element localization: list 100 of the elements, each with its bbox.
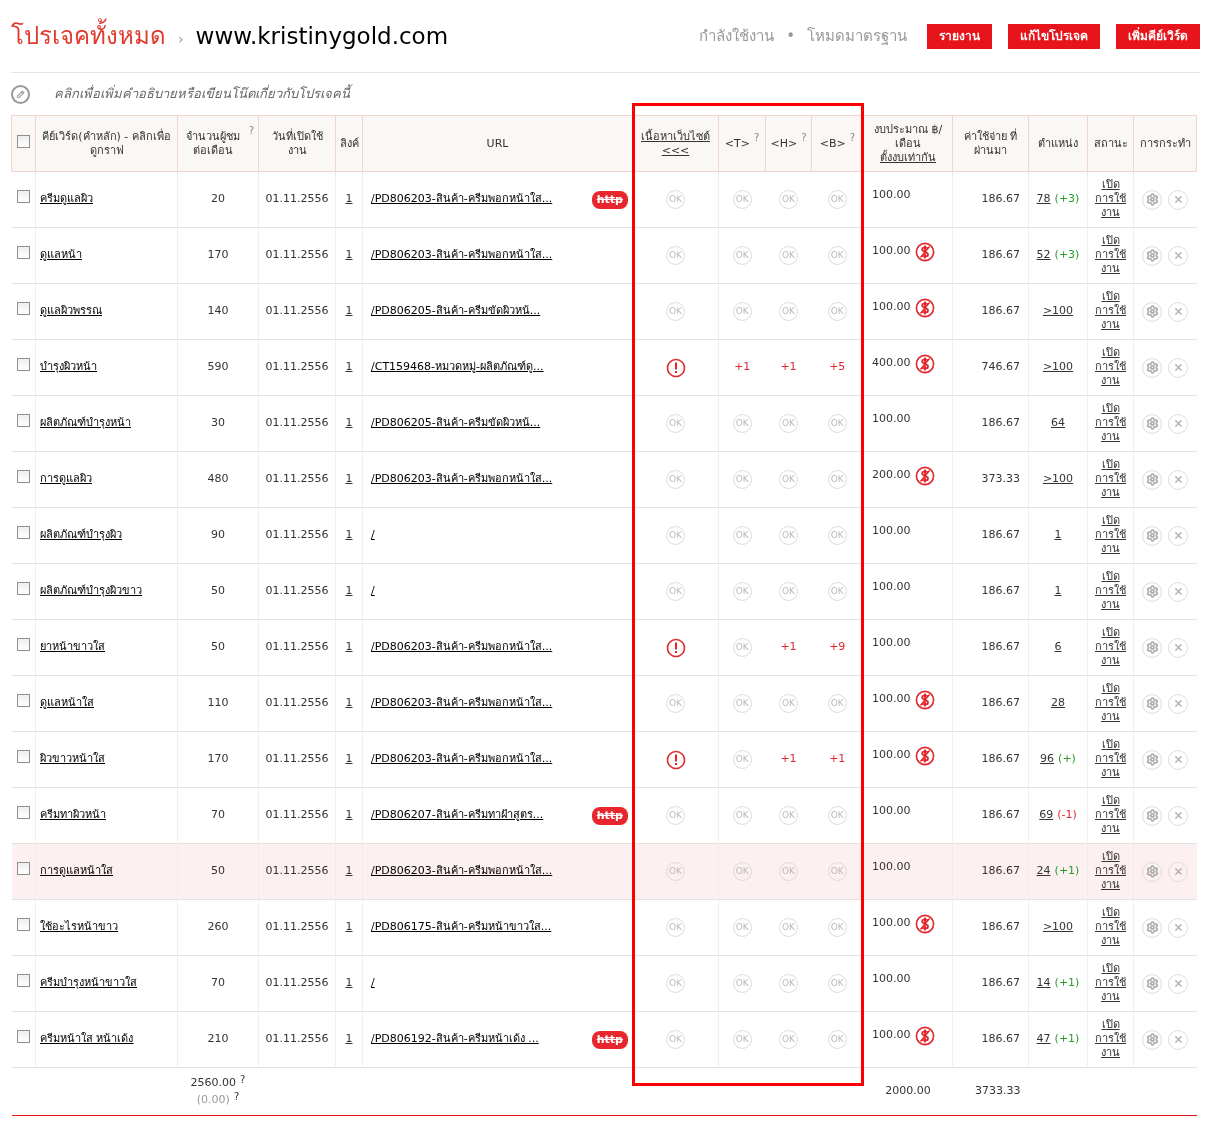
position-link[interactable]: 69 bbox=[1039, 808, 1054, 822]
url-link[interactable]: /PD806203-สินค้า-ครีมพอกหน้าใส... bbox=[371, 191, 553, 208]
column-header-link[interactable]: เนื้อหาเว็บไซต์ <<< bbox=[637, 129, 714, 158]
url-link[interactable]: /PD806203-สินค้า-ครีมพอกหน้าใส... bbox=[371, 695, 553, 712]
row-checkbox[interactable] bbox=[16, 974, 30, 988]
row-checkbox[interactable] bbox=[16, 750, 30, 764]
url-link[interactable]: /PD806203-สินค้า-ครีมพอกหน้าใส... bbox=[371, 639, 553, 656]
row-checkbox[interactable] bbox=[16, 470, 30, 484]
keyword-link[interactable]: ใช้อะไรหน้าขาว bbox=[40, 920, 118, 934]
keyword-link[interactable]: ผลิตภัณฑ์บำรุงผิว bbox=[40, 528, 122, 542]
links-count[interactable]: 1 bbox=[345, 864, 353, 878]
keyword-link[interactable]: ดูแลหน้าใส bbox=[40, 696, 94, 710]
row-checkbox[interactable] bbox=[16, 526, 30, 540]
url-link[interactable]: /PD806192-สินค้า-ครีมหน้าเด้ง ... bbox=[371, 1031, 539, 1048]
keyword-link[interactable]: ดูแลหน้า bbox=[40, 248, 82, 262]
url-link[interactable]: /PD806175-สินค้า-ครีมหน้าขาวใส... bbox=[371, 919, 552, 936]
status-link[interactable]: เปิดการใช้งาน bbox=[1092, 961, 1129, 1004]
row-checkbox[interactable] bbox=[16, 694, 30, 708]
help-mark[interactable]: ? bbox=[240, 1075, 246, 1085]
help-mark[interactable]: ? bbox=[849, 132, 856, 143]
help-mark[interactable]: ? bbox=[753, 132, 760, 143]
keyword-link[interactable]: ผิวขาวหน้าใส bbox=[40, 752, 105, 766]
status-link[interactable]: เปิดการใช้งาน bbox=[1092, 233, 1129, 276]
status-link[interactable]: เปิดการใช้งาน bbox=[1092, 625, 1129, 668]
position-link[interactable]: >100 bbox=[1042, 304, 1074, 318]
links-count[interactable]: 1 bbox=[345, 752, 353, 766]
column-header-link[interactable]: ตั้งงบเท่ากัน bbox=[880, 150, 936, 165]
url-link[interactable]: /PD806205-สินค้า-ครีมขัดผิวหน้... bbox=[371, 303, 541, 320]
row-checkbox[interactable] bbox=[16, 302, 30, 316]
row-checkbox[interactable] bbox=[16, 414, 30, 428]
links-count[interactable]: 1 bbox=[345, 584, 353, 598]
keyword-link[interactable]: บำรุงผิวหน้า bbox=[40, 360, 97, 374]
links-count[interactable]: 1 bbox=[345, 808, 353, 822]
status-link[interactable]: เปิดการใช้งาน bbox=[1092, 849, 1129, 892]
row-checkbox[interactable] bbox=[16, 246, 30, 260]
keyword-link[interactable]: การดูแลหน้าใส bbox=[40, 864, 113, 878]
links-count[interactable]: 1 bbox=[345, 248, 353, 262]
header-button[interactable]: แก้ไขโปรเจค bbox=[1008, 23, 1100, 49]
position-link[interactable]: 96 bbox=[1040, 752, 1055, 766]
status-link[interactable]: เปิดการใช้งาน bbox=[1092, 513, 1129, 556]
position-link[interactable]: 6 bbox=[1054, 640, 1062, 654]
header-button[interactable]: เพิ่มคีย์เวิร์ด bbox=[1116, 23, 1200, 49]
row-checkbox[interactable] bbox=[16, 582, 30, 596]
row-checkbox[interactable] bbox=[16, 862, 30, 876]
row-checkbox[interactable] bbox=[16, 638, 30, 652]
edit-icon[interactable] bbox=[11, 84, 30, 104]
keyword-link[interactable]: ครีมดูแลผิว bbox=[40, 192, 93, 206]
row-checkbox[interactable] bbox=[16, 806, 30, 820]
status-link[interactable]: เปิดการใช้งาน bbox=[1092, 457, 1129, 500]
links-count[interactable]: 1 bbox=[345, 304, 353, 318]
url-link[interactable]: /PD806203-สินค้า-ครีมพอกหน้าใส... bbox=[371, 471, 553, 488]
header-button[interactable]: รายงาน bbox=[927, 23, 992, 49]
keyword-link[interactable]: ผลิตภัณฑ์บำรุงหน้า bbox=[40, 416, 131, 430]
row-checkbox[interactable] bbox=[16, 358, 30, 372]
url-link[interactable]: /PD806205-สินค้า-ครีมขัดผิวหน้... bbox=[371, 415, 541, 432]
status-link[interactable]: เปิดการใช้งาน bbox=[1092, 569, 1129, 612]
links-count[interactable]: 1 bbox=[345, 360, 353, 374]
status-link[interactable]: เปิดการใช้งาน bbox=[1092, 177, 1129, 220]
help-mark[interactable]: ? bbox=[233, 1091, 240, 1102]
position-link[interactable]: 24 bbox=[1036, 864, 1051, 878]
url-link[interactable]: /PD806207-สินค้า-ครีมทาฝ้าสูตร... bbox=[371, 807, 544, 824]
links-count[interactable]: 1 bbox=[345, 976, 353, 990]
keyword-link[interactable]: ผลิตภัณฑ์บำรุงผิวขาว bbox=[40, 584, 142, 598]
status-link[interactable]: เปิดการใช้งาน bbox=[1092, 1017, 1129, 1060]
position-link[interactable]: >100 bbox=[1042, 472, 1074, 486]
url-link[interactable]: / bbox=[371, 527, 375, 544]
keyword-link[interactable]: ยาหน้าขาวใส bbox=[40, 640, 105, 654]
links-count[interactable]: 1 bbox=[345, 1032, 353, 1046]
help-mark[interactable]: ? bbox=[801, 132, 807, 143]
status-link[interactable]: เปิดการใช้งาน bbox=[1092, 401, 1129, 444]
url-link[interactable]: / bbox=[371, 583, 375, 600]
url-link[interactable]: /PD806203-สินค้า-ครีมพอกหน้าใส... bbox=[371, 863, 553, 880]
links-count[interactable]: 1 bbox=[345, 640, 353, 654]
url-link[interactable]: /PD806203-สินค้า-ครีมพอกหน้าใส... bbox=[371, 247, 553, 264]
url-link[interactable]: / bbox=[371, 975, 375, 992]
links-count[interactable]: 1 bbox=[345, 192, 353, 206]
position-link[interactable]: 1 bbox=[1054, 584, 1062, 598]
row-checkbox[interactable] bbox=[16, 918, 30, 932]
help-mark[interactable]: ? bbox=[248, 125, 254, 136]
position-link[interactable]: 64 bbox=[1051, 416, 1065, 430]
links-count[interactable]: 1 bbox=[345, 920, 353, 934]
position-link[interactable]: 47 bbox=[1036, 1032, 1051, 1046]
position-link[interactable]: >100 bbox=[1042, 360, 1074, 374]
position-link[interactable]: 28 bbox=[1051, 696, 1065, 710]
status-link[interactable]: เปิดการใช้งาน bbox=[1092, 345, 1129, 388]
position-link[interactable]: 52 bbox=[1036, 248, 1051, 262]
row-checkbox[interactable] bbox=[17, 135, 30, 148]
position-link[interactable]: 78 bbox=[1036, 192, 1051, 206]
keyword-link[interactable]: ครีมทาผิวหน้า bbox=[40, 808, 106, 822]
status-link[interactable]: เปิดการใช้งาน bbox=[1092, 681, 1129, 724]
links-count[interactable]: 1 bbox=[345, 416, 353, 430]
url-link[interactable]: /CT159468-หมวดหมู่-ผลิตภัณฑ์ดู... bbox=[371, 359, 544, 376]
status-link[interactable]: เปิดการใช้งาน bbox=[1092, 737, 1129, 780]
keyword-link[interactable]: ครีมหน้าใส หน้าเด้ง bbox=[40, 1032, 134, 1046]
row-checkbox[interactable] bbox=[16, 1030, 30, 1044]
status-link[interactable]: เปิดการใช้งาน bbox=[1092, 793, 1129, 836]
status-link[interactable]: เปิดการใช้งาน bbox=[1092, 289, 1129, 332]
url-link[interactable]: /PD806203-สินค้า-ครีมพอกหน้าใส... bbox=[371, 751, 553, 768]
position-link[interactable]: 1 bbox=[1054, 528, 1062, 542]
position-link[interactable]: 14 bbox=[1036, 976, 1051, 990]
